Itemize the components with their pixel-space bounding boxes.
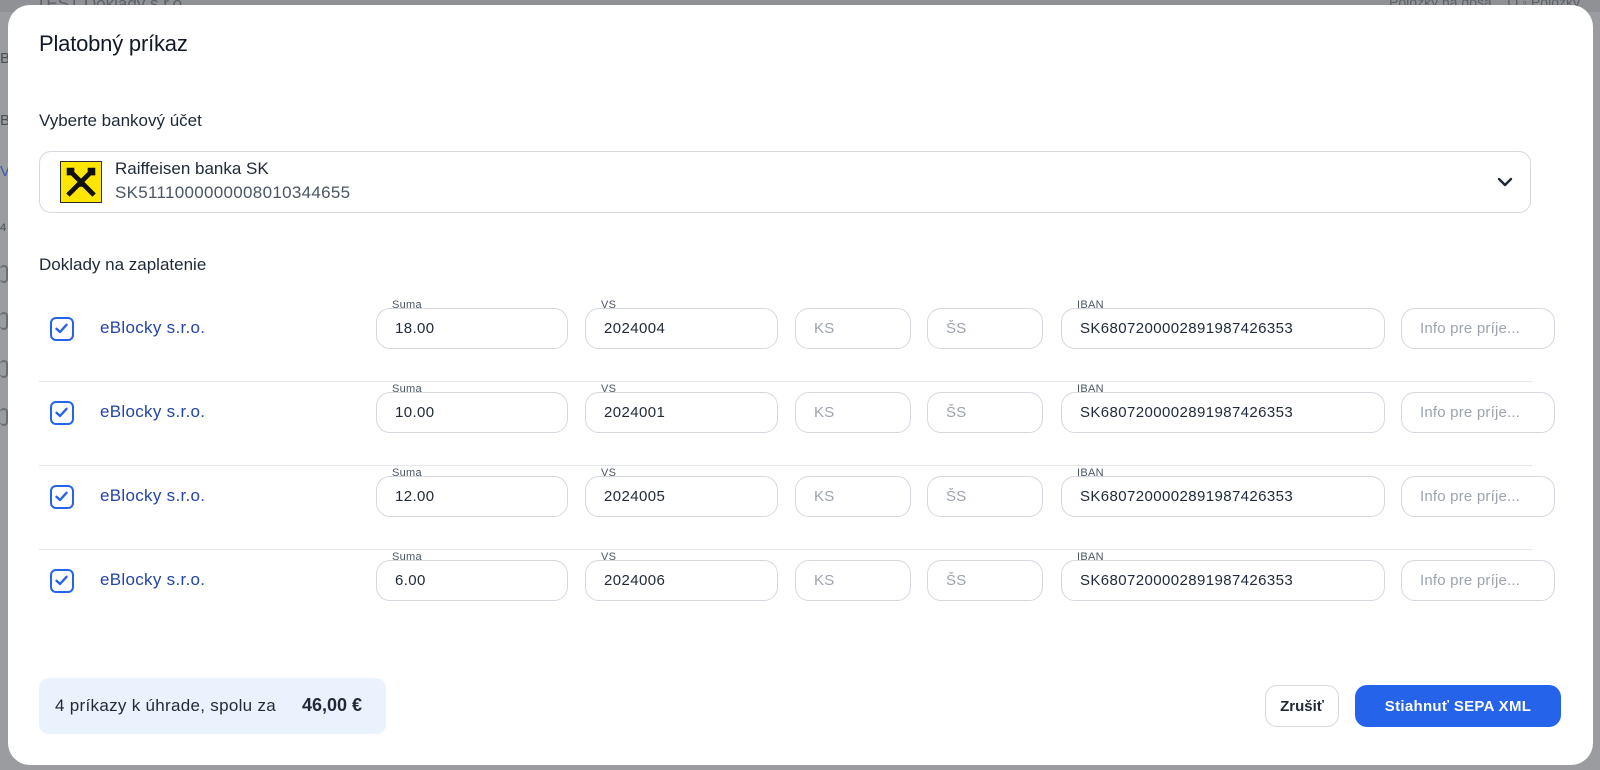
payee-link[interactable]: eBlocky s.r.o.: [100, 486, 205, 506]
recipient-info-input[interactable]: [1401, 308, 1555, 349]
bank-name: Raiffeisen banka SK: [115, 159, 269, 178]
document-checkbox[interactable]: [50, 317, 74, 341]
ss-input[interactable]: [927, 476, 1043, 517]
check-icon: [55, 323, 68, 334]
bank-account-select[interactable]: Raiffeisen banka SK SK511100000000801034…: [39, 151, 1531, 213]
ks-input[interactable]: [795, 392, 911, 433]
account-section-label: Vyberte bankový účet: [39, 111, 202, 130]
documents-list: eBlocky s.r.o. Suma VS IBAN eBlocky s.r.…: [39, 298, 1555, 634]
document-row: eBlocky s.r.o. Suma VS IBAN: [39, 550, 1555, 634]
summary-text: 4 príkazy k úhrade, spolu za: [55, 696, 277, 715]
bank-account-iban: SK5111000000008010344655: [115, 183, 351, 202]
download-sepa-xml-button[interactable]: Stiahnuť SEPA XML: [1355, 685, 1561, 727]
document-checkbox[interactable]: [50, 401, 74, 425]
ss-input[interactable]: [927, 308, 1043, 349]
document-checkbox[interactable]: [50, 485, 74, 509]
payment-order-dialog: Platobný príkaz Vyberte bankový účet Rai…: [8, 5, 1593, 765]
ss-input[interactable]: [927, 392, 1043, 433]
vs-input[interactable]: [585, 560, 778, 601]
iban-input[interactable]: [1061, 308, 1385, 349]
paperclip-icon: [0, 312, 8, 330]
ss-input[interactable]: [927, 560, 1043, 601]
recipient-info-input[interactable]: [1401, 560, 1555, 601]
paperclip-icon: [0, 265, 8, 283]
raiffeisen-logo-icon: [60, 161, 102, 203]
paperclip-icon: [0, 360, 8, 378]
suma-input[interactable]: [376, 560, 568, 601]
suma-input[interactable]: [376, 476, 568, 517]
document-row: eBlocky s.r.o. Suma VS IBAN: [39, 466, 1555, 550]
dialog-title: Platobný príkaz: [39, 31, 188, 56]
ks-input[interactable]: [795, 308, 911, 349]
cancel-button[interactable]: Zrušiť: [1265, 685, 1339, 727]
check-icon: [55, 491, 68, 502]
iban-input[interactable]: [1061, 392, 1385, 433]
ks-input[interactable]: [795, 560, 911, 601]
check-icon: [55, 407, 68, 418]
document-row: eBlocky s.r.o. Suma VS IBAN: [39, 382, 1555, 466]
vs-input[interactable]: [585, 308, 778, 349]
suma-input[interactable]: [376, 392, 568, 433]
paperclip-icon: [0, 408, 8, 426]
payee-link[interactable]: eBlocky s.r.o.: [100, 570, 205, 590]
check-icon: [55, 575, 68, 586]
documents-section-label: Doklady na zaplatenie: [39, 255, 207, 274]
document-row: eBlocky s.r.o. Suma VS IBAN: [39, 298, 1555, 382]
summary-total-amount: 46,00 €: [302, 695, 363, 715]
payee-link[interactable]: eBlocky s.r.o.: [100, 318, 205, 338]
iban-input[interactable]: [1061, 476, 1385, 517]
recipient-info-input[interactable]: [1401, 476, 1555, 517]
iban-input[interactable]: [1061, 560, 1385, 601]
vs-input[interactable]: [585, 476, 778, 517]
ks-input[interactable]: [795, 476, 911, 517]
recipient-info-input[interactable]: [1401, 392, 1555, 433]
payee-link[interactable]: eBlocky s.r.o.: [100, 402, 205, 422]
suma-input[interactable]: [376, 308, 568, 349]
document-checkbox[interactable]: [50, 569, 74, 593]
background-side-text: 4: [0, 222, 7, 234]
vs-input[interactable]: [585, 392, 778, 433]
chevron-down-icon[interactable]: [1494, 171, 1516, 193]
payment-summary: 4 príkazy k úhrade, spolu za 46,00 €: [39, 678, 386, 734]
